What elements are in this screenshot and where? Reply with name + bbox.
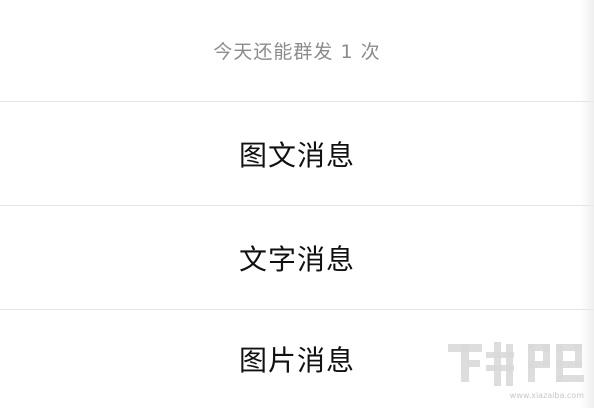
option-label: 图片消息	[238, 344, 355, 377]
svg-text:www.xiazaiba.com: www.xiazaiba.com	[510, 391, 584, 400]
option-text-message[interactable]: 文字消息	[0, 206, 594, 309]
broadcast-remaining-text: 今天还能群发 1 次	[213, 41, 381, 63]
option-image-text-message[interactable]: 图文消息	[0, 102, 594, 205]
watermark-logo: www.xiazaiba.com	[448, 342, 584, 400]
broadcast-remaining-notice: 今天还能群发 1 次	[0, 0, 594, 101]
option-label: 文字消息	[238, 242, 355, 276]
broadcast-type-sheet: 今天还能群发 1 次 图文消息 文字消息 图片消息 www.xiazaiba.c…	[0, 0, 594, 408]
option-label: 图文消息	[238, 138, 355, 172]
